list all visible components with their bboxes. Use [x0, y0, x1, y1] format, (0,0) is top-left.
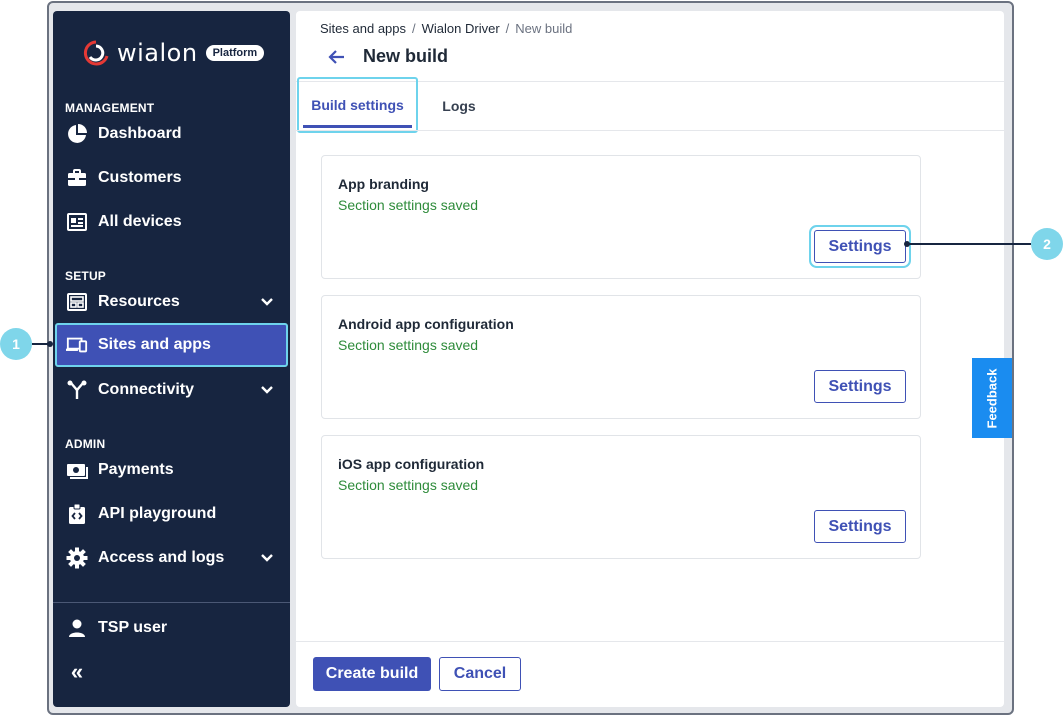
briefcase-icon — [66, 167, 88, 189]
breadcrumb-item-sites-and-apps[interactable]: Sites and apps — [320, 21, 406, 36]
card-title: iOS app configuration — [338, 456, 485, 472]
sidebar-item-label: Customers — [98, 169, 182, 186]
breadcrumb: Sites and apps / Wialon Driver / New build — [320, 21, 573, 36]
sidebar-item-api-playground[interactable]: API playground — [57, 492, 290, 536]
sidebar-item-dashboard[interactable]: Dashboard — [57, 112, 290, 156]
sidebar-item-label: Dashboard — [98, 125, 182, 142]
feedback-label: Feedback — [984, 368, 1000, 428]
card-android-app-configuration: Android app configuration Section settin… — [321, 295, 921, 419]
devices-icon — [66, 334, 88, 356]
app-branding-settings-button[interactable]: Settings — [814, 230, 906, 263]
sidebar-item-label: All devices — [98, 213, 182, 230]
user-menu[interactable]: TSP user — [57, 606, 290, 650]
sidebar-item-resources[interactable]: Resources — [57, 280, 290, 324]
ios-settings-button[interactable]: Settings — [814, 510, 906, 543]
gear-icon — [66, 547, 88, 569]
android-settings-button[interactable]: Settings — [814, 370, 906, 403]
callout-marker-2: 2 — [1031, 228, 1063, 260]
card-ios-app-configuration: iOS app configuration Section settings s… — [321, 435, 921, 559]
network-icon — [66, 379, 88, 401]
card-status: Section settings saved — [338, 337, 479, 353]
card-status: Section settings saved — [338, 477, 479, 493]
card-status: Section settings saved — [338, 197, 479, 213]
active-tab-underline — [303, 125, 412, 128]
sidebar-item-payments[interactable]: Payments — [57, 448, 290, 492]
chevron-down-icon[interactable] — [258, 549, 276, 567]
tab-label: Logs — [442, 98, 476, 114]
sidebar: wialon Platform MANAGEMENT Dashboard Cus… — [53, 11, 290, 707]
collapse-sidebar-button[interactable]: « — [57, 650, 290, 694]
sidebar-item-access-and-logs[interactable]: Access and logs — [57, 536, 290, 580]
feedback-button[interactable]: Feedback — [972, 358, 1012, 438]
chevron-down-icon[interactable] — [258, 381, 276, 399]
breadcrumb-item-wialon-driver[interactable]: Wialon Driver — [422, 21, 500, 36]
page-title: New build — [363, 46, 448, 66]
sidebar-item-sites-and-apps[interactable]: Sites and apps — [55, 323, 288, 367]
payment-icon — [66, 459, 88, 481]
sidebar-item-all-devices[interactable]: All devices — [57, 200, 290, 244]
wialon-logo-icon — [83, 40, 109, 66]
breadcrumb-item-current: New build — [515, 21, 573, 36]
tab-label: Build settings — [311, 97, 404, 113]
callout-dot-1 — [47, 341, 53, 347]
main-panel: Sites and apps / Wialon Driver / New build N… — [296, 11, 1004, 707]
logo-badge: Platform — [205, 45, 265, 61]
create-build-button[interactable]: Create build — [313, 657, 431, 691]
chevron-down-icon[interactable] — [258, 293, 276, 311]
sidebar-item-label: Payments — [98, 461, 174, 478]
code-icon — [66, 503, 88, 525]
logo-wordmark: wialon — [117, 39, 198, 67]
footer-divider — [296, 641, 1004, 642]
logo: wialon Platform — [83, 39, 265, 67]
sidebar-item-label: Sites and apps — [98, 336, 211, 353]
layout-icon — [66, 291, 88, 313]
tab-logs[interactable]: Logs — [430, 82, 488, 130]
pie-chart-icon — [66, 123, 88, 145]
callout-marker-1: 1 — [0, 328, 32, 360]
user-name: TSP user — [98, 619, 168, 636]
app-window: wialon Platform MANAGEMENT Dashboard Cus… — [47, 1, 1014, 715]
devices-list-icon — [66, 211, 88, 233]
sidebar-item-label: API playground — [98, 505, 217, 522]
callout-leader-2 — [907, 243, 1031, 245]
card-title: App branding — [338, 176, 429, 192]
back-arrow-icon[interactable] — [326, 46, 348, 68]
sidebar-item-customers[interactable]: Customers — [57, 156, 290, 200]
card-title: Android app configuration — [338, 316, 514, 332]
double-chevron-left-icon: « — [70, 659, 84, 684]
callout-dot-2 — [904, 241, 910, 247]
sidebar-item-label: Access and logs — [98, 549, 225, 566]
tabs-divider-bottom — [296, 130, 1004, 131]
sidebar-item-label: Connectivity — [98, 381, 195, 398]
cancel-button[interactable]: Cancel — [439, 657, 521, 691]
sidebar-item-label: Resources — [98, 293, 180, 310]
sidebar-item-connectivity[interactable]: Connectivity — [57, 368, 290, 412]
sidebar-divider — [53, 602, 290, 603]
tab-build-settings[interactable]: Build settings — [297, 77, 418, 133]
card-app-branding: App branding Section settings saved Sett… — [321, 155, 921, 279]
user-icon — [66, 617, 88, 639]
